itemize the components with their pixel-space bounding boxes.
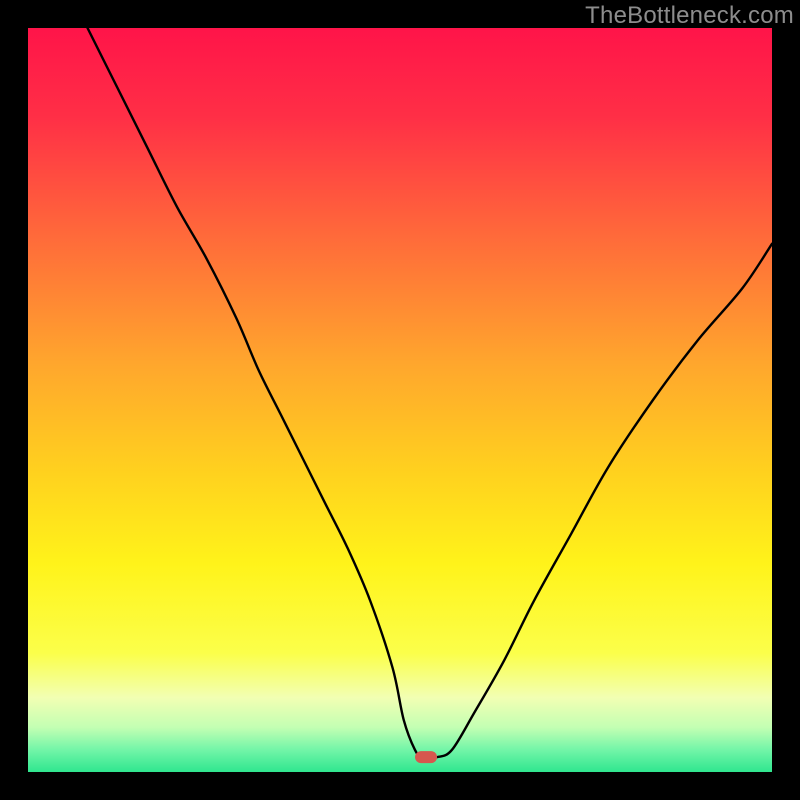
optimal-marker	[415, 751, 437, 763]
chart-frame	[28, 28, 772, 772]
bottleneck-chart	[28, 28, 772, 772]
chart-background	[28, 28, 772, 772]
watermark-text: TheBottleneck.com	[585, 2, 794, 30]
